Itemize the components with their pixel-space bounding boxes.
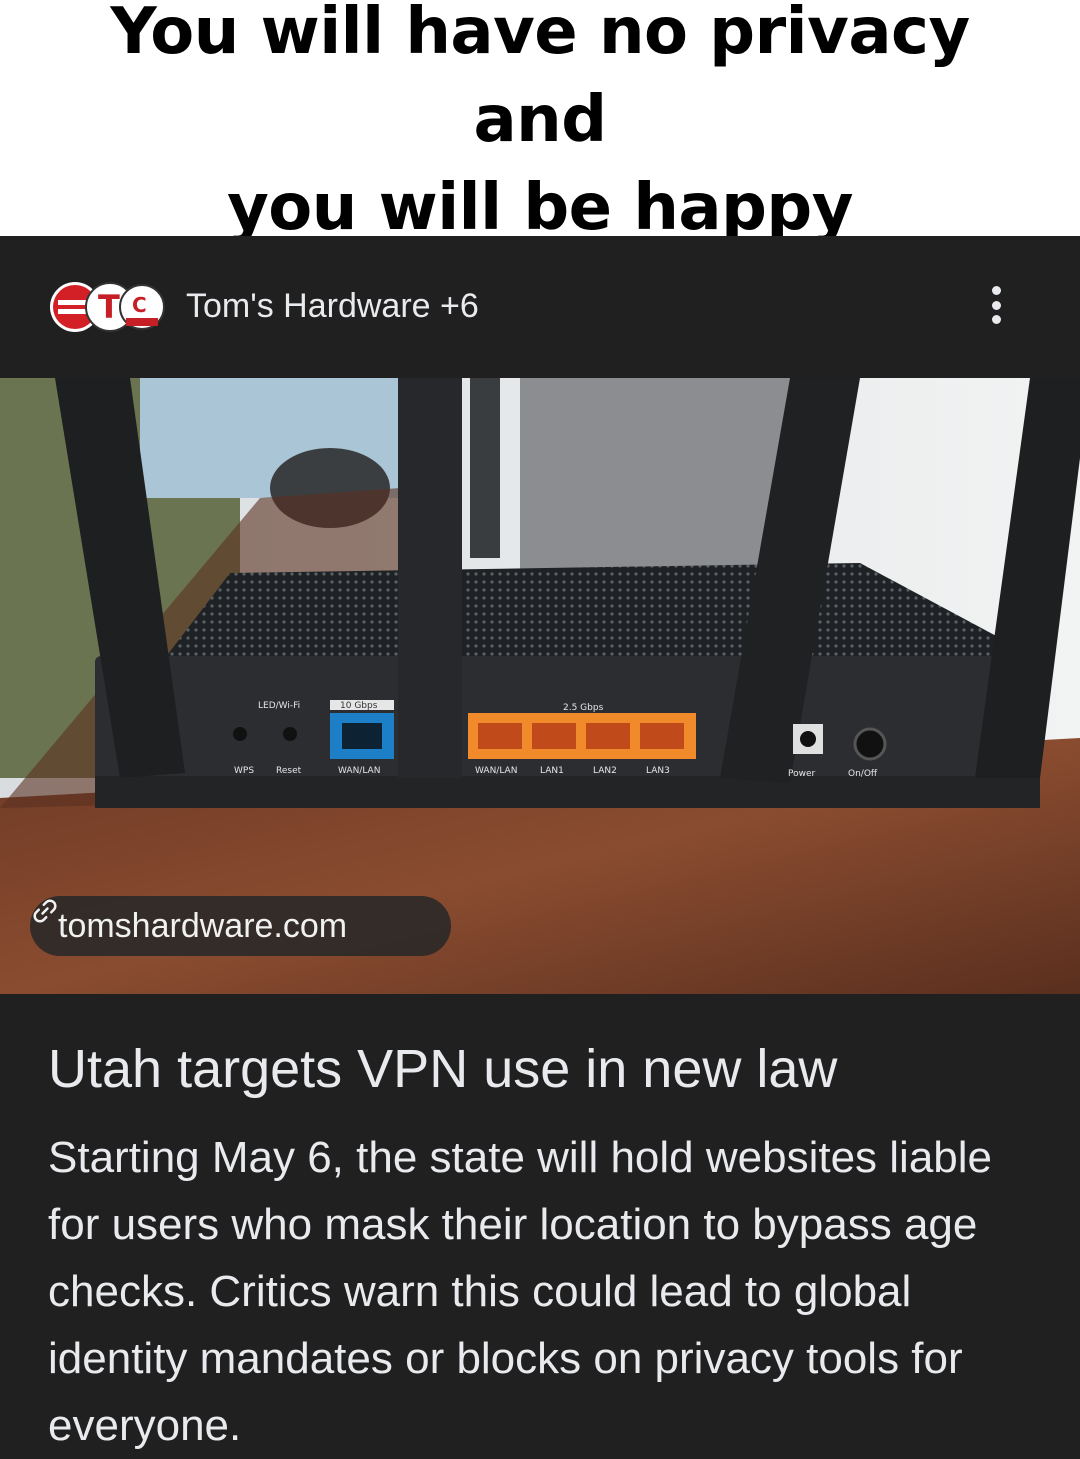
label-lan1: LAN1 bbox=[540, 766, 564, 776]
label-reset: Reset bbox=[276, 766, 302, 776]
news-card[interactable]: T C Tom's Hardware +6 LED/Wi-Fi 10 Gbps … bbox=[0, 236, 1080, 1450]
label-lan2: LAN2 bbox=[593, 766, 617, 776]
label-power: Power bbox=[788, 769, 816, 779]
publisher-logos-icon: T C bbox=[48, 280, 166, 334]
article-summary: Starting May 6, the state will hold webs… bbox=[48, 1133, 993, 1450]
label-10gbps: 10 Gbps bbox=[340, 701, 378, 711]
label-wanlan-2: WAN/LAN bbox=[475, 766, 517, 776]
link-icon bbox=[33, 899, 57, 923]
meme-title-line-1: You will have no privacy and bbox=[110, 0, 970, 157]
article-thumbnail[interactable]: LED/Wi-Fi 10 Gbps WPS Reset WAN/LAN 2.5 … bbox=[0, 378, 1080, 994]
label-lan3: LAN3 bbox=[646, 766, 670, 776]
source-link-chip[interactable]: tomshardware.com bbox=[30, 896, 451, 956]
card-header: T C Tom's Hardware +6 bbox=[0, 236, 1080, 378]
article-headline[interactable]: Utah targets VPN use in new law bbox=[48, 1036, 1048, 1102]
more-options-button[interactable] bbox=[978, 282, 1014, 328]
meme-title: You will have no privacy and you will be… bbox=[40, 0, 1040, 252]
svg-text:T: T bbox=[98, 288, 120, 326]
label-led-wifi: LED/Wi-Fi bbox=[258, 701, 300, 711]
label-2-5gbps: 2.5 Gbps bbox=[563, 703, 604, 713]
link-chip-label: tomshardware.com bbox=[58, 907, 348, 945]
source-name[interactable]: Tom's Hardware +6 bbox=[186, 286, 479, 326]
meme-caption: You will have no privacy and you will be… bbox=[0, 0, 1080, 245]
label-onoff: On/Off bbox=[848, 769, 878, 779]
label-wps: WPS bbox=[234, 766, 254, 776]
more-vertical-icon bbox=[991, 286, 1001, 295]
svg-text:C: C bbox=[132, 293, 147, 317]
label-wanlan: WAN/LAN bbox=[338, 766, 380, 776]
